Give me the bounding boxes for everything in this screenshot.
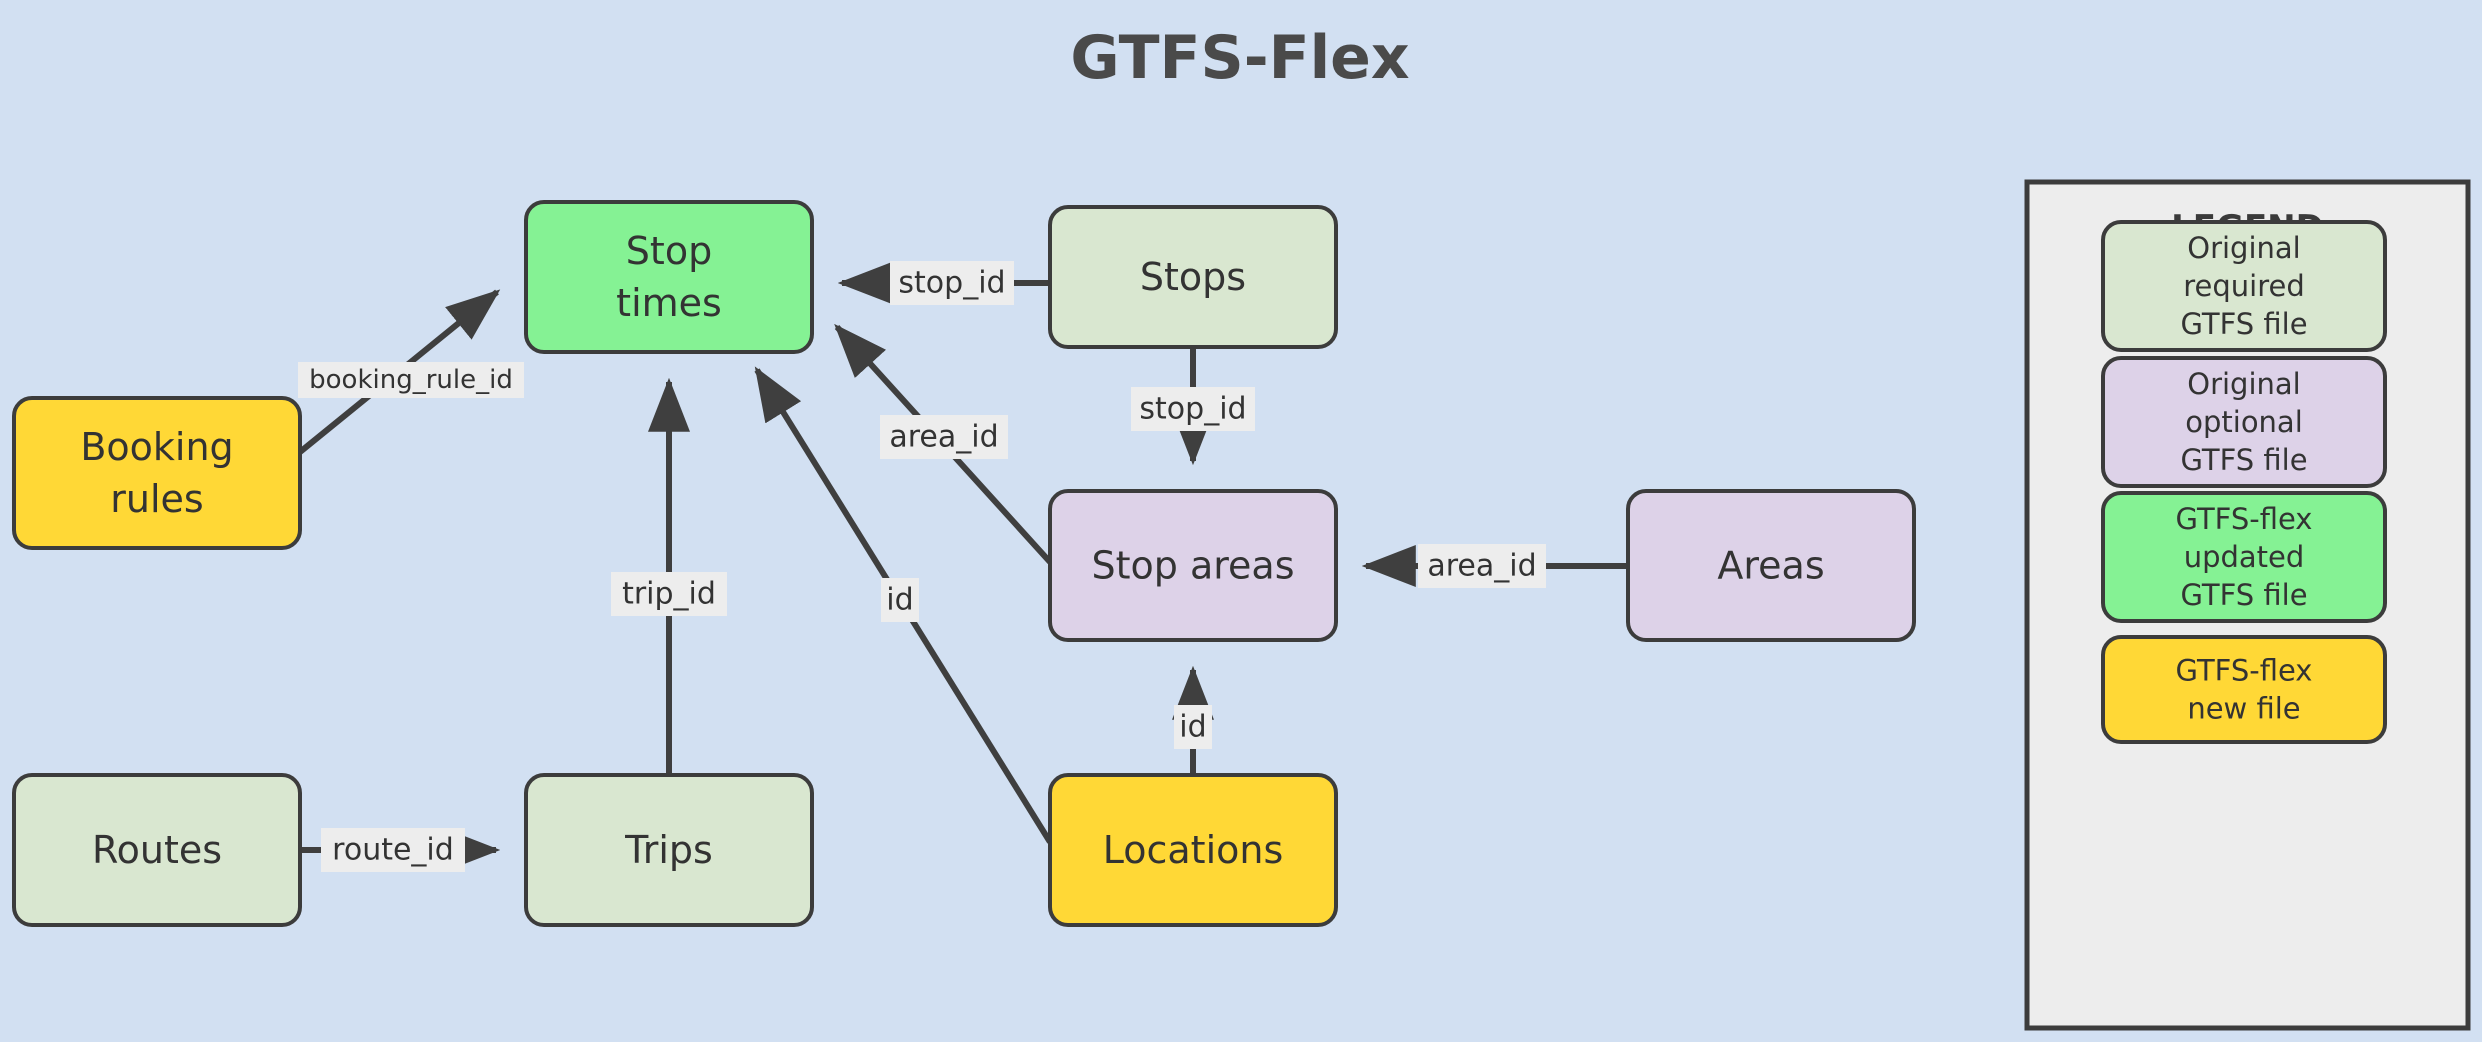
legend: LEGEND OriginalrequiredGTFS fileOriginal…: [2024, 179, 2471, 1031]
edge-label-text: route_id: [332, 833, 454, 868]
node-areas[interactable]: Areas: [1626, 489, 1916, 642]
node-stop_times-label: times: [616, 281, 722, 325]
edge-label-text: area_id: [889, 420, 998, 455]
node-booking_rules[interactable]: Booking rules: [12, 396, 302, 550]
legend-item-flex-new-label: GTFS-flex: [2176, 654, 2313, 688]
legend-item-flex-new-label: new file: [2187, 692, 2300, 726]
edge-label-text: trip_id: [622, 577, 716, 612]
legend-item-flex-updated: GTFS-flex updated GTFS file: [2101, 491, 2387, 623]
node-routes-label: Routes: [92, 828, 222, 872]
node-stop_areas[interactable]: Stop areas: [1048, 489, 1338, 642]
edge-label-text: stop_id: [898, 266, 1005, 301]
legend-items: Original required GTFS file Original optiona…: [2101, 220, 2387, 744]
node-stop_times-label: Stop: [626, 229, 712, 273]
diagram-root: GTFS-Flex Stop times Booking rules Stops Stop…: [0, 0, 2482, 1042]
edge-label-trips-stop_times: trip_id: [611, 572, 727, 616]
edge-label-stop_areas-stop_times: area_id: [880, 415, 1008, 459]
gtfs-flex-entity-diagram: GTFS-Flex StoptimesBookingrulesStopsStop…: [12, 23, 2471, 1031]
legend-item-original-required-label: required: [2183, 269, 2305, 303]
legend-item-original-optional-label: Original: [2187, 367, 2300, 401]
edge-label-stops-stop_times: stop_id: [890, 261, 1014, 305]
node-stops[interactable]: Stops: [1048, 205, 1338, 349]
edge-label-text: booking_rule_id: [309, 365, 513, 395]
node-locations-label: Locations: [1103, 828, 1284, 872]
node-locations[interactable]: Locations: [1048, 773, 1338, 927]
legend-item-original-required-label: GTFS file: [2180, 307, 2307, 341]
node-booking_rules-label: rules: [110, 477, 203, 521]
legend-item-original-optional-label: optional: [2185, 405, 2303, 439]
edge-label-text: stop_id: [1139, 392, 1246, 427]
edge-label-text: area_id: [1427, 549, 1536, 584]
node-stops-label: Stops: [1140, 255, 1246, 299]
edge-label-text: id: [1179, 710, 1206, 745]
edge-labels-layer: booking_rule_idstop_idstop_idarea_idarea…: [298, 261, 1546, 872]
legend-item-flex-new: GTFS-flex new file: [2101, 635, 2387, 744]
legend-item-flex-updated-label: GTFS-flex: [2176, 502, 2313, 536]
node-stop_areas-label: Stop areas: [1091, 544, 1294, 588]
legend-item-original-optional: Original optional GTFS file: [2101, 356, 2387, 488]
edge-label-text: id: [886, 583, 913, 618]
legend-item-original-required: Original required GTFS file: [2101, 220, 2387, 352]
edge-label-locations-stop_times: id: [881, 578, 919, 622]
nodes-layer: Stop times Booking rules Stops Stop areas Area…: [12, 200, 1916, 927]
edge-label-booking_rules-stop_times: booking_rule_id: [298, 362, 524, 398]
node-trips[interactable]: Trips: [524, 773, 814, 927]
node-areas-label: Areas: [1717, 544, 1824, 588]
legend-item-original-required-label: Original: [2187, 231, 2300, 265]
edge-label-areas-stop_areas: area_id: [1418, 544, 1546, 588]
node-stop_times-box: [524, 200, 814, 354]
edge-label-routes-trips: route_id: [321, 828, 465, 872]
edge-label-locations-stop_areas: id: [1174, 705, 1212, 749]
node-trips-label: Trips: [624, 828, 713, 872]
node-booking_rules-box: [12, 396, 302, 550]
node-stop_times[interactable]: Stop times: [524, 200, 814, 354]
edge-label-stops-stop_areas: stop_id: [1131, 387, 1255, 431]
node-booking_rules-label: Booking: [80, 425, 233, 469]
node-routes[interactable]: Routes: [12, 773, 302, 927]
legend-item-original-optional-label: GTFS file: [2180, 443, 2307, 477]
legend-item-flex-updated-label: GTFS file: [2180, 578, 2307, 612]
page-title: GTFS-Flex: [1070, 23, 1409, 93]
legend-item-flex-updated-label: updated: [2184, 540, 2305, 574]
